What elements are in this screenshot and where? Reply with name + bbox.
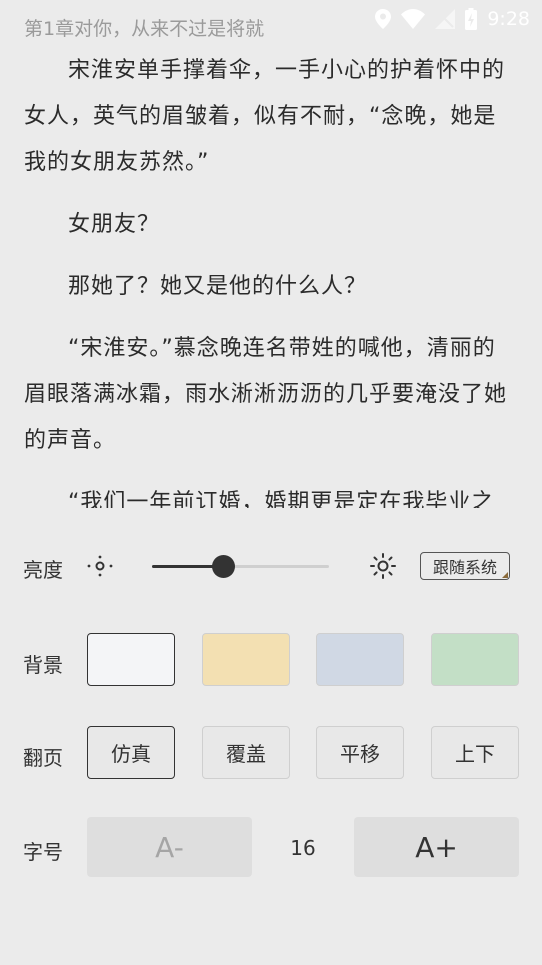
- signal-off-icon: [435, 9, 456, 29]
- clock: 9:28: [487, 8, 530, 30]
- reader-content[interactable]: 宋淮安单手撑着伞，一手小心的护着怀中的女人，英气的眉皱着，似有不耐，“念晚，她是…: [0, 48, 542, 508]
- brightness-low-icon: [86, 554, 114, 582]
- font-size-label: 字号: [23, 840, 63, 864]
- background-swatch-green[interactable]: [431, 633, 519, 686]
- status-bar: 第1章对你，从来不过是将就 9:28: [0, 0, 542, 50]
- background-swatch-blue[interactable]: [316, 633, 404, 686]
- brightness-high-icon: [368, 552, 398, 584]
- reading-settings-panel: 亮度 跟随系统 背景 翻页 仿真 覆盖 平移 上下 字号 A- 16 A+: [0, 508, 542, 965]
- battery-charging-icon: [465, 8, 478, 30]
- paragraph: 宋淮安单手撑着伞，一手小心的护着怀中的女人，英气的眉皱着，似有不耐，“念晚，她是…: [24, 58, 506, 175]
- background-label: 背景: [23, 653, 63, 677]
- follow-system-button[interactable]: 跟随系统: [420, 552, 510, 580]
- chapter-title: 第1章对你，从来不过是将就: [24, 18, 265, 40]
- font-size-value: 16: [290, 836, 316, 860]
- page-turn-simulation-button[interactable]: 仿真: [87, 726, 175, 779]
- paragraph: 女朋友？: [68, 212, 161, 237]
- paragraph: “我们一年前订婚，婚期更是定在我毕业之: [68, 490, 495, 508]
- status-icons: 9:28: [375, 8, 530, 30]
- page-turn-cover-button[interactable]: 覆盖: [202, 726, 290, 779]
- brightness-label: 亮度: [23, 558, 63, 582]
- paragraph: “宋淮安。”慕念晚连名带姓的喊他，清丽的眉眼落满冰霜，雨水淅淅沥沥的几乎要淹没了…: [24, 336, 508, 453]
- brightness-slider-thumb[interactable]: [211, 555, 235, 578]
- background-swatch-yellow[interactable]: [202, 633, 290, 686]
- font-increase-button[interactable]: A+: [354, 817, 519, 877]
- page-turn-slide-button[interactable]: 平移: [316, 726, 404, 779]
- font-decrease-button[interactable]: A-: [87, 817, 252, 877]
- background-swatch-white[interactable]: [87, 633, 175, 686]
- paragraph: 那她了？她又是他的什么人？: [68, 274, 368, 299]
- page-turn-scroll-button[interactable]: 上下: [431, 726, 519, 779]
- wifi-icon: [401, 9, 426, 29]
- page-turn-label: 翻页: [23, 746, 63, 770]
- location-icon: [375, 9, 392, 29]
- brightness-slider[interactable]: [152, 555, 329, 578]
